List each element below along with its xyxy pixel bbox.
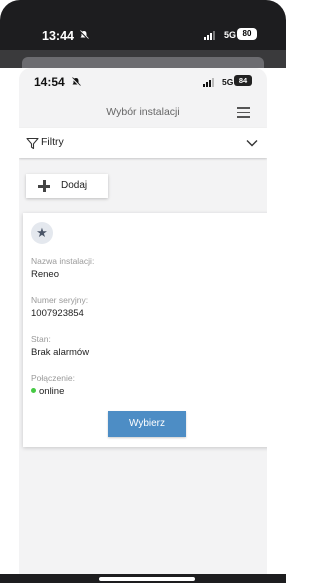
- battery-indicator: 80: [237, 28, 257, 40]
- app-sheet: 14:54 5G 84 Wybór instalacji Filtry Doda…: [19, 68, 267, 574]
- chevron-down-icon[interactable]: [246, 139, 258, 147]
- connection-status: online: [31, 386, 64, 397]
- outer-status-bar: 13:44 5G 80: [0, 0, 286, 50]
- connection-label: Połączenie:: [31, 373, 75, 383]
- network-type: 5G: [222, 77, 234, 87]
- connection-value: online: [39, 386, 65, 397]
- select-installation-button[interactable]: Wybierz: [108, 411, 186, 437]
- outer-status-time: 13:44: [42, 29, 74, 43]
- inner-status-time: 14:54: [34, 75, 65, 89]
- home-indicator[interactable]: [99, 577, 195, 581]
- installation-name-label: Nazwa instalacji:: [31, 256, 95, 266]
- add-button-label: Dodaj: [61, 180, 88, 191]
- phone-screen: 13:44 5G 80 14:54 5G 84 Wybór instalacji…: [0, 0, 286, 583]
- network-type: 5G: [224, 30, 237, 40]
- filters-toggle[interactable]: Filtry: [19, 128, 267, 158]
- page-title: Wybór instalacji: [106, 106, 180, 118]
- state-value: Brak alarmów: [31, 347, 90, 358]
- signal-strength-icon: [203, 78, 214, 87]
- installation-card: ★ Nazwa instalacji: Reneo Numer seryjny:…: [23, 213, 267, 447]
- inner-status-bar: 14:54 5G 84: [19, 68, 267, 96]
- serial-number: 1007923854: [31, 308, 84, 319]
- filter-funnel-icon: [26, 137, 39, 150]
- muted-bell-icon: [71, 77, 81, 87]
- hamburger-menu-icon[interactable]: [237, 107, 250, 118]
- background-sheet-edge: [22, 57, 264, 68]
- plus-icon: [38, 180, 50, 192]
- muted-bell-icon: [79, 30, 89, 40]
- state-label: Stan:: [31, 334, 51, 344]
- filters-label: Filtry: [41, 136, 64, 148]
- signal-strength-icon: [204, 31, 215, 40]
- add-installation-button[interactable]: Dodaj: [26, 174, 108, 198]
- battery-indicator: 84: [234, 75, 252, 86]
- background-sheet: [0, 50, 286, 68]
- home-indicator-bar: [0, 574, 286, 583]
- installation-name: Reneo: [31, 269, 59, 280]
- app-header: Wybór instalacji: [19, 99, 267, 127]
- serial-number-label: Numer seryjny:: [31, 295, 89, 305]
- online-status-dot: [31, 387, 36, 393]
- star-icon[interactable]: ★: [31, 222, 53, 244]
